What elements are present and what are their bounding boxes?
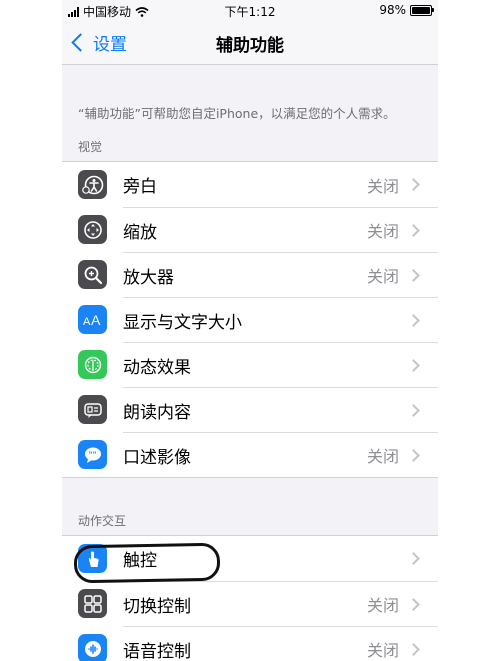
text-size-icon: A A: [78, 305, 107, 334]
chevron-right-icon: [407, 223, 420, 237]
settings-row-label: 旁白: [123, 177, 157, 197]
voiceover-icon: [78, 170, 107, 199]
settings-row-value: 关闭: [366, 447, 399, 466]
chevron-right-icon: [407, 178, 420, 191]
chevron-right-icon: [407, 358, 420, 372]
svg-text:A: A: [83, 316, 91, 328]
settings-row-display-text-size[interactable]: A A 显示与文字大小: [62, 296, 438, 342]
settings-row-label: 显示与文字大小: [123, 312, 242, 333]
magnifier-icon: [78, 260, 107, 289]
chevron-right-icon: [407, 403, 420, 417]
page-description: “辅助功能”可帮助您自定iPhone，以满足您的个人需求。: [78, 106, 396, 121]
section-header-interaction: 动作交互: [78, 514, 127, 528]
settings-row-label: 语音控制: [123, 641, 191, 661]
settings-row-voice-control[interactable]: 语音控制 关闭: [62, 625, 438, 661]
settings-row-voiceover[interactable]: 旁白 关闭: [62, 162, 438, 207]
settings-row-label: 动态效果: [123, 357, 191, 378]
settings-row-value: 关闭: [366, 267, 399, 286]
settings-row-label: 触控: [123, 551, 157, 571]
settings-row-touch[interactable]: 触控: [62, 536, 438, 581]
voice-control-icon: [78, 634, 107, 661]
status-right: 98%: [379, 3, 434, 17]
section-header-vision: 视觉: [78, 140, 103, 154]
settings-row-value: 关闭: [366, 222, 399, 241]
settings-row-label: 口述影像: [123, 447, 191, 468]
battery-fill: [412, 6, 430, 14]
settings-row-motion[interactable]: 动态效果: [62, 341, 438, 387]
zoom-icon: [78, 215, 107, 244]
settings-group-vision: 旁白 关闭 缩放 关闭 放大器 关闭 A A 显示与文字大小 动态效果 朗读内容…: [62, 161, 438, 478]
chevron-right-icon: [407, 448, 420, 462]
svg-text:A: A: [91, 312, 101, 328]
settings-row-spoken-content[interactable]: 朗读内容: [62, 386, 438, 432]
battery-percent: 98%: [379, 3, 406, 17]
phone-screen: 中国移动 下午1:12 98% 设置 辅助功能 “辅助功能”可帮助您自定iPho…: [62, 0, 438, 661]
settings-row-switch-control[interactable]: 切换控制 关闭: [62, 580, 438, 626]
chevron-right-icon: [407, 642, 420, 656]
chevron-right-icon: [407, 313, 420, 327]
svg-text:””: ””: [88, 450, 96, 459]
settings-row-label: 缩放: [123, 222, 157, 243]
battery-icon: [410, 4, 434, 16]
settings-row-label: 朗读内容: [123, 402, 191, 423]
motion-icon: [78, 350, 107, 379]
settings-row-label: 切换控制: [123, 596, 191, 617]
spoken-content-icon: [78, 395, 107, 424]
touch-icon: [78, 544, 107, 573]
audio-descriptions-icon: ””: [78, 440, 107, 469]
chevron-right-icon: [407, 552, 420, 565]
settings-row-label: 放大器: [123, 267, 174, 288]
settings-row-zoom[interactable]: 缩放 关闭: [62, 206, 438, 252]
settings-row-value: 关闭: [366, 596, 399, 615]
chevron-right-icon: [407, 597, 420, 611]
settings-row-value: 关闭: [366, 176, 399, 196]
switch-control-icon: [78, 589, 107, 618]
chevron-right-icon: [407, 268, 420, 282]
settings-row-audio-descriptions[interactable]: ”” 口述影像 关闭: [62, 431, 438, 477]
page-title: 辅助功能: [216, 36, 284, 56]
settings-row-magnifier[interactable]: 放大器 关闭: [62, 251, 438, 297]
navigation-bar: 设置 辅助功能: [62, 22, 438, 65]
status-bar: 中国移动 下午1:12 98%: [62, 0, 438, 22]
settings-group-interaction: 触控 切换控制 关闭 语音控制 关闭: [62, 535, 438, 661]
settings-row-value: 关闭: [366, 641, 399, 660]
